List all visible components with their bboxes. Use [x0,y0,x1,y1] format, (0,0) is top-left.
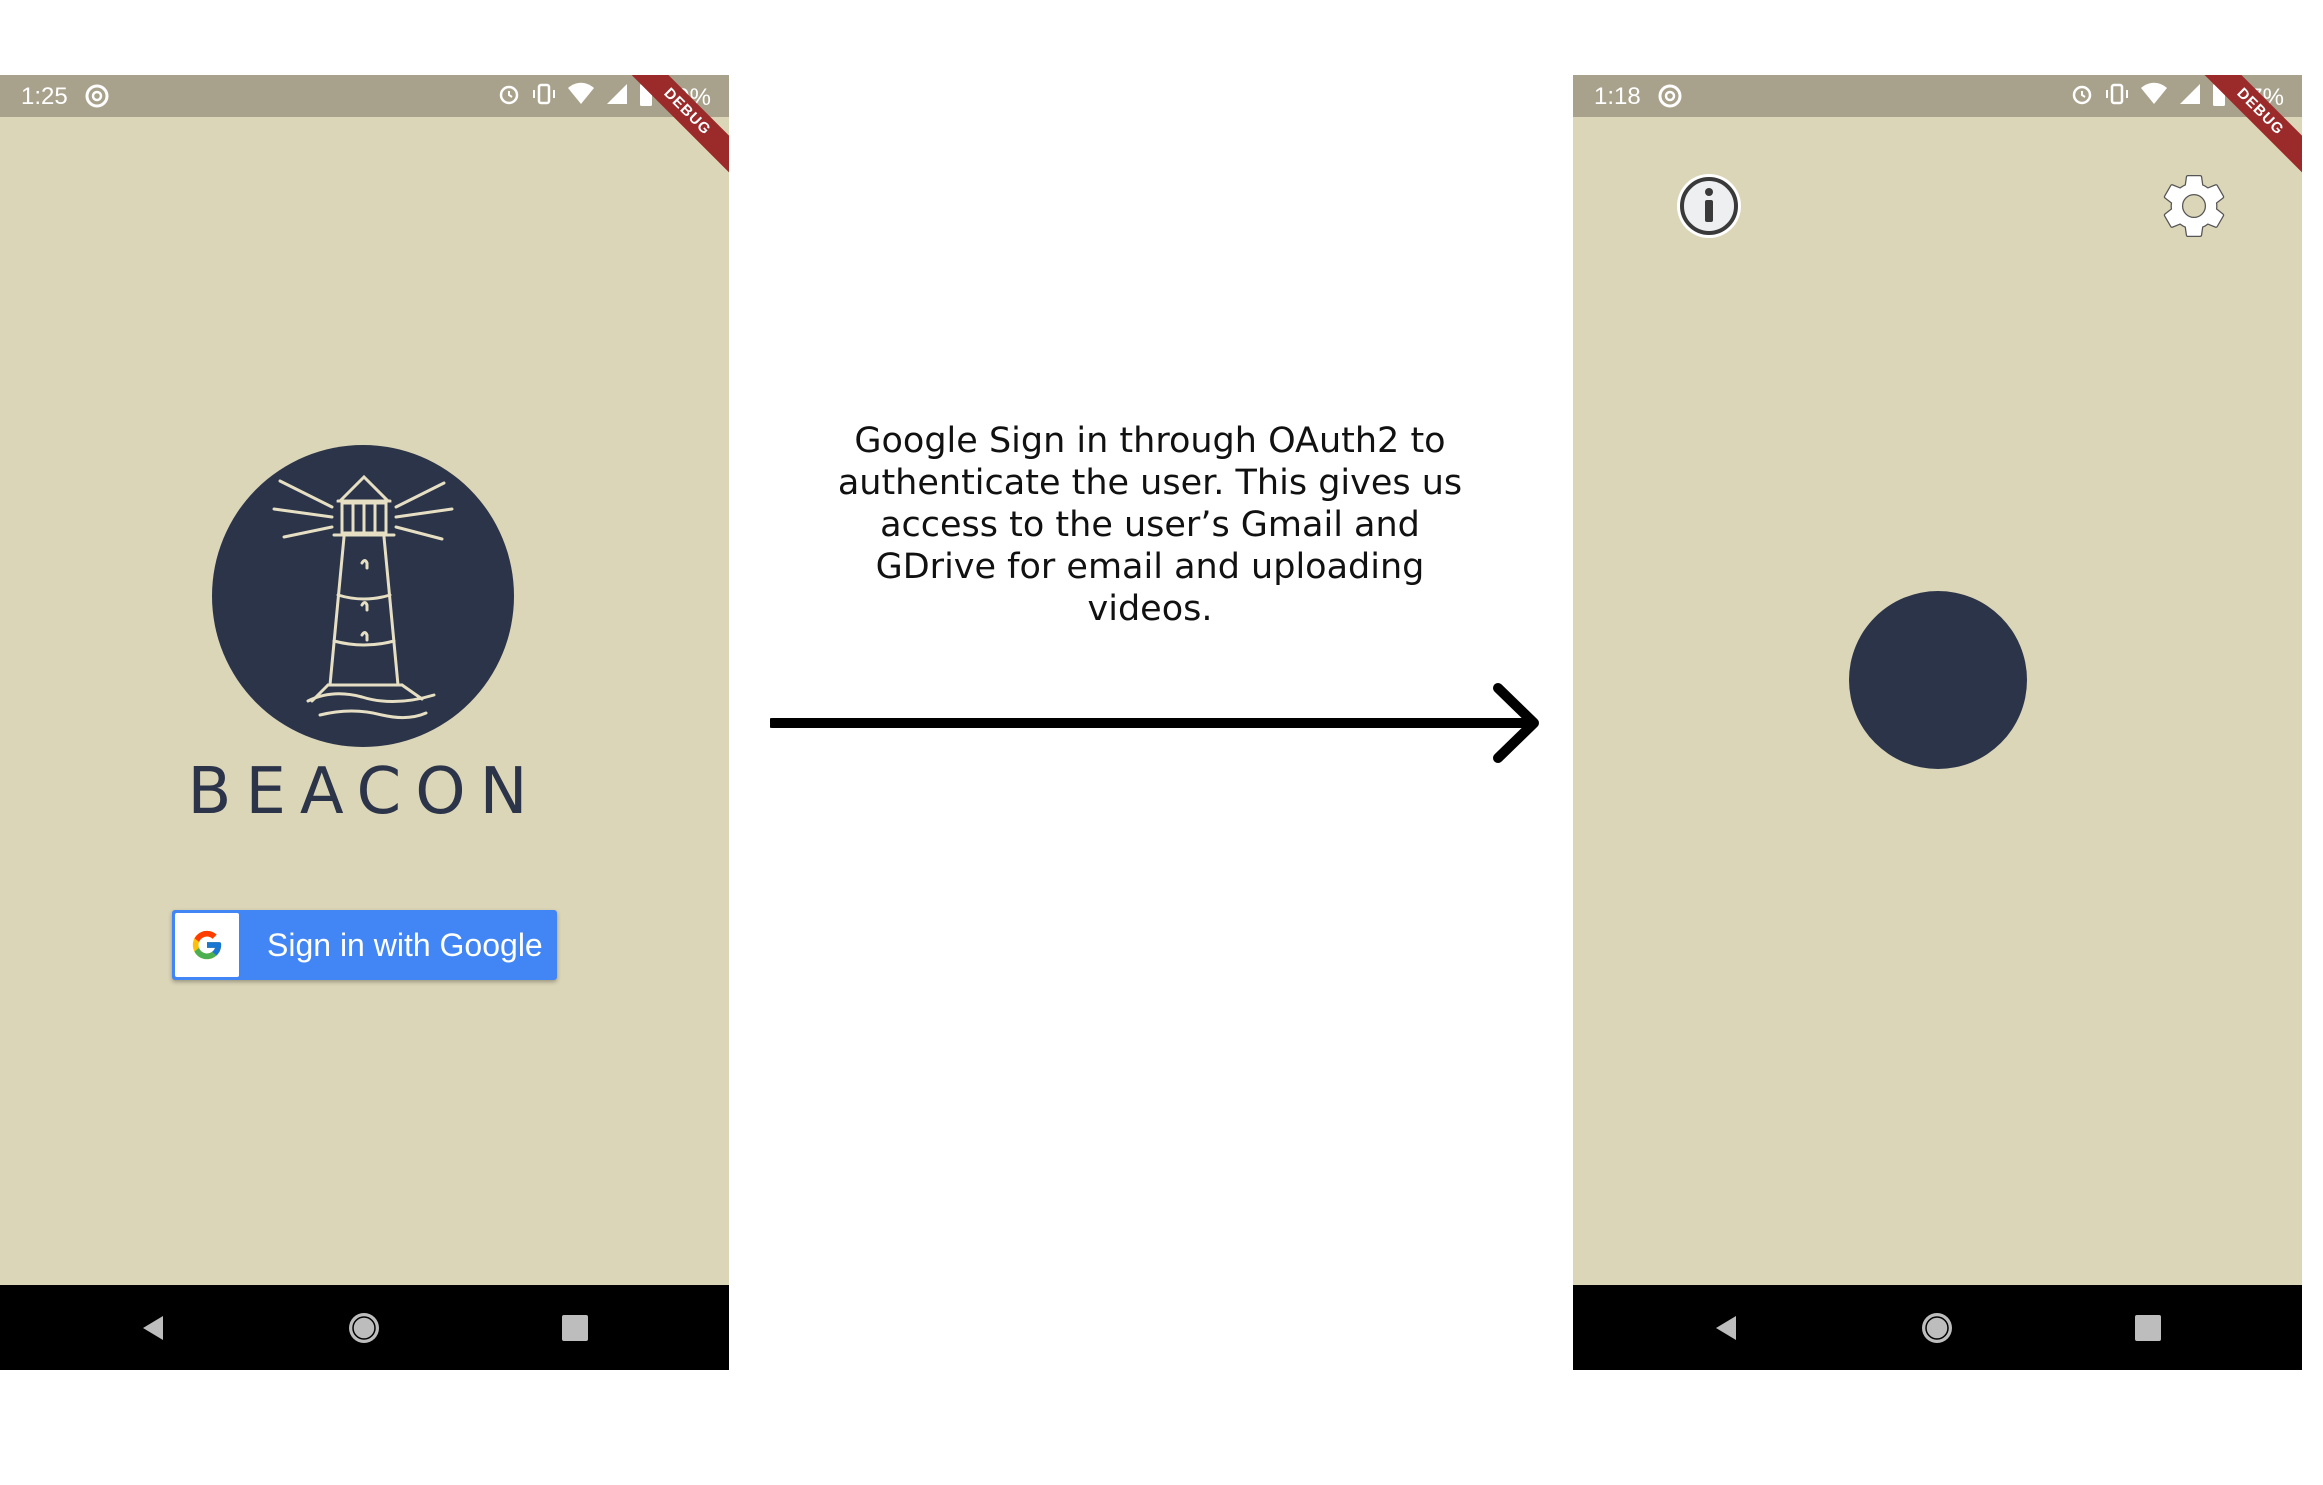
login-screen: 1:25 99% DEBUG [0,75,729,1370]
status-time: 1:25 [21,83,68,110]
android-nav-bar [0,1285,729,1370]
back-icon[interactable] [135,1310,171,1346]
back-icon[interactable] [1708,1310,1744,1346]
app-title: BEACON [187,755,542,829]
gear-icon[interactable] [2156,168,2232,244]
status-bar: 1:18 97% DEBUG [1573,75,2302,192]
sign-in-with-google-button[interactable]: Sign in with Google [172,910,557,980]
recents-icon[interactable] [557,1310,593,1346]
signal-icon [605,82,629,113]
wifi-icon [567,82,595,113]
vibrate-icon [2104,82,2130,113]
status-bar: 1:25 99% DEBUG [0,75,729,192]
sign-in-label: Sign in with Google [267,927,543,963]
home-icon[interactable] [346,1310,382,1346]
wifi-icon [2140,82,2168,113]
data-saver-icon [84,83,110,116]
record-button[interactable] [1849,591,2027,769]
alarm-icon [2070,82,2094,113]
signal-icon [2178,82,2202,113]
flow-arrow-icon [767,680,1540,775]
data-saver-icon [1657,83,1683,116]
google-g-icon [175,913,239,977]
status-time: 1:18 [1594,83,1641,110]
vibrate-icon [531,82,557,113]
home-screen: 1:18 97% DEBUG [1573,75,2302,1370]
alarm-icon [497,82,521,113]
flow-caption: Google Sign in through OAuth2 to authent… [837,421,1463,629]
android-nav-bar [1573,1285,2302,1370]
info-icon[interactable] [1673,170,1745,242]
home-icon[interactable] [1919,1310,1955,1346]
recents-icon[interactable] [2130,1310,2166,1346]
beacon-logo [212,445,514,747]
